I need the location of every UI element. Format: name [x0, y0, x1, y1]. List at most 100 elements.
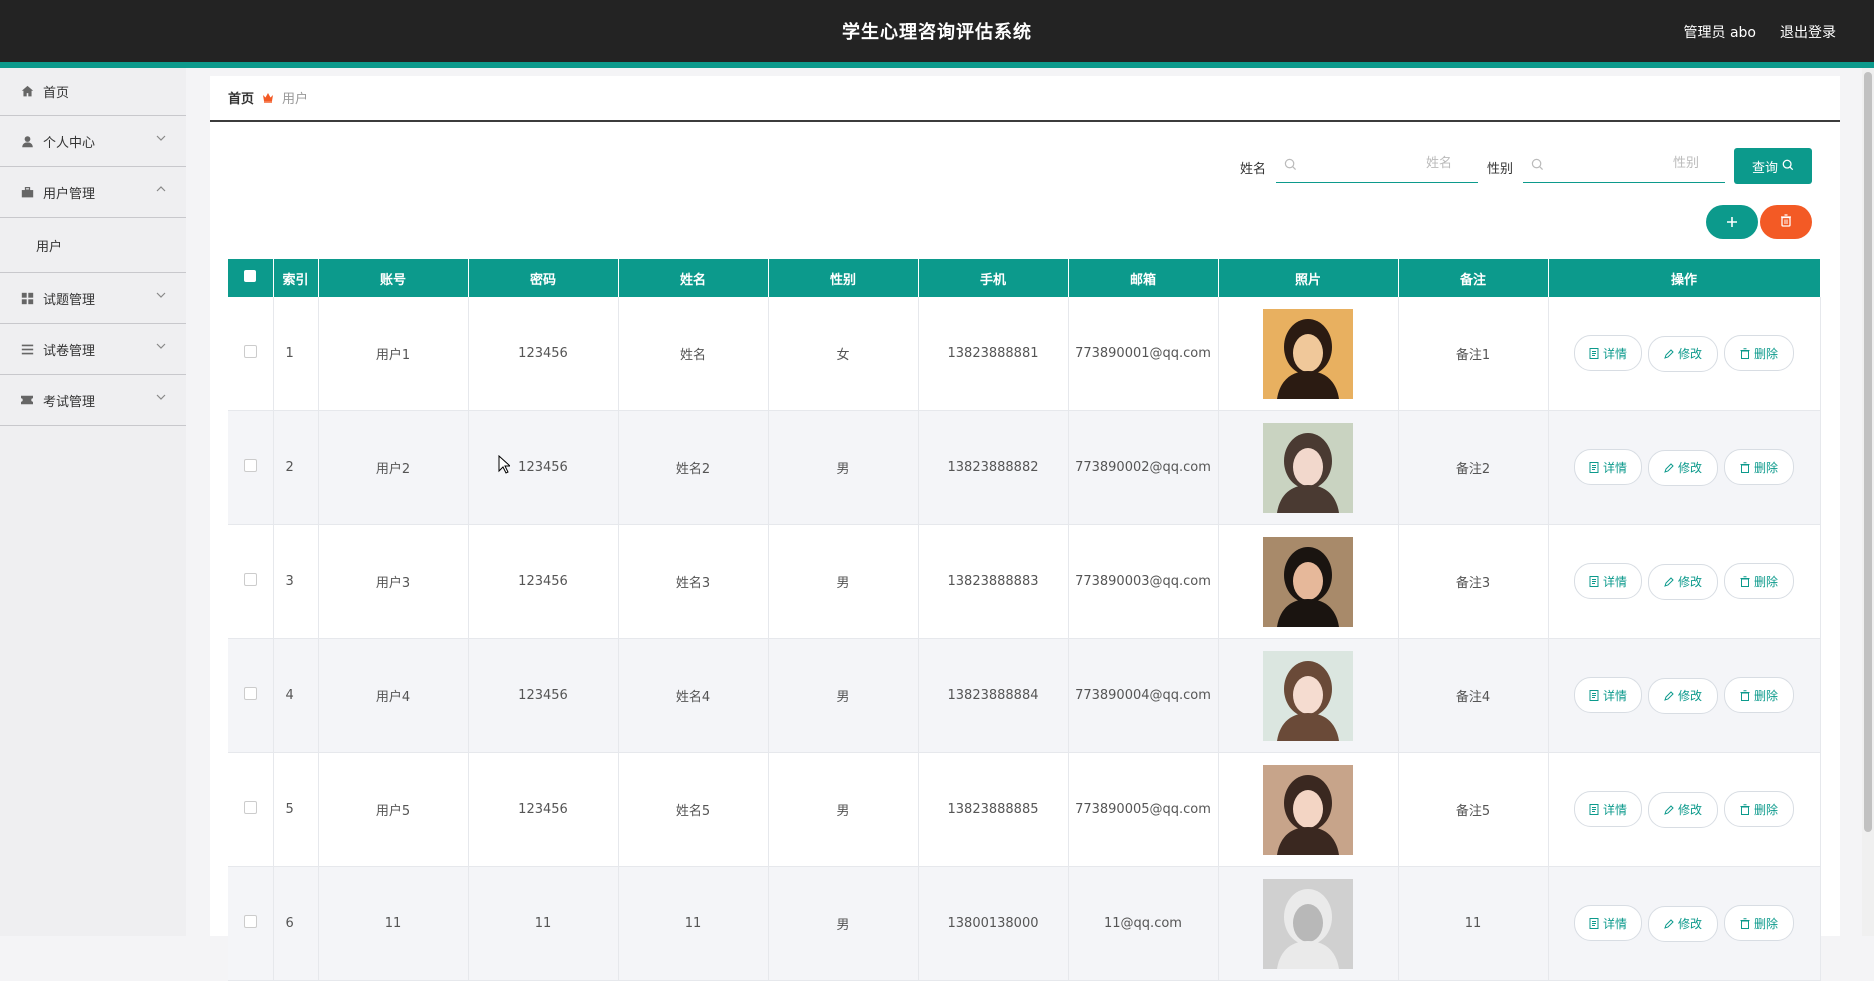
delete-button[interactable]: 删除 [1724, 335, 1794, 372]
row-checkbox[interactable] [243, 345, 257, 358]
sidebar-item-home[interactable]: 首页 [0, 68, 186, 116]
table-body: 1 用户1 123456 姓名女 13823888881 773890001@qq.com… [228, 297, 1821, 981]
document-icon [1589, 689, 1599, 701]
edit-button[interactable]: 修改 [1648, 563, 1718, 600]
cell-index: 6 [273, 866, 319, 981]
chevron-up-icon [156, 183, 166, 198]
name-search-input[interactable] [1276, 146, 1478, 180]
sidebar-item-exam-management[interactable]: 考试管理 [0, 375, 186, 426]
cell-phone: 13823888885 [918, 752, 1069, 867]
edit-button[interactable]: 修改 [1648, 905, 1718, 942]
row-checkbox[interactable] [243, 801, 257, 814]
name-search-label: 姓名 [1240, 162, 1267, 177]
page-scrollbar-thumb[interactable] [1864, 72, 1872, 832]
cell-phone: 13800138000 [918, 866, 1069, 981]
logout-link[interactable]: 退出登录 [1780, 22, 1836, 42]
edit-button[interactable]: 修改 [1648, 677, 1718, 714]
cell-phone: 13823888883 [918, 524, 1069, 639]
row-select-cell [228, 524, 274, 639]
sidebar-item-user-management[interactable]: 用户管理 [0, 167, 186, 218]
edit-label: 修改 [1677, 347, 1702, 362]
user-photo[interactable] [1263, 764, 1353, 855]
detail-label: 详情 [1602, 574, 1627, 589]
edit-button[interactable]: 修改 [1648, 335, 1718, 372]
pencil-icon [1664, 349, 1674, 359]
cell-gender: 男 [768, 410, 919, 525]
gender-search-input[interactable] [1523, 146, 1725, 180]
query-button[interactable]: 查询 [1734, 148, 1812, 184]
row-checkbox[interactable] [243, 459, 257, 472]
edit-button[interactable]: 修改 [1648, 449, 1718, 486]
detail-button[interactable]: 详情 [1574, 449, 1642, 486]
detail-button[interactable]: 详情 [1574, 563, 1642, 600]
cell-password: 123456 [468, 297, 619, 411]
document-icon [1589, 917, 1599, 929]
user-photo[interactable] [1263, 650, 1353, 741]
cell-actions: 详情 修改 删除 [1548, 410, 1821, 525]
pencil-icon [1664, 805, 1674, 815]
delete-button[interactable]: 删除 [1724, 449, 1794, 486]
edit-label: 修改 [1677, 575, 1702, 590]
detail-button[interactable]: 详情 [1574, 335, 1642, 372]
cell-name: 11 [618, 866, 769, 981]
select-all-header [228, 259, 274, 297]
delete-button[interactable]: 删除 [1724, 791, 1794, 828]
search-icon [1782, 159, 1794, 174]
cell-index: 2 [273, 410, 319, 525]
cell-name: 姓名5 [618, 752, 769, 867]
delete-label: 删除 [1753, 802, 1778, 817]
user-photo[interactable] [1263, 536, 1353, 627]
plus-icon [1726, 212, 1738, 233]
cell-password: 11 [468, 866, 619, 981]
cell-actions: 详情 修改 删除 [1548, 524, 1821, 639]
cell-account: 11 [318, 866, 469, 981]
row-select-cell [228, 866, 274, 981]
sidebar-subitem-users[interactable]: 用户 [0, 218, 186, 273]
cell-email: 773890003@qq.com [1068, 524, 1219, 639]
select-all-checkbox[interactable] [244, 270, 257, 282]
cell-photo [1218, 638, 1399, 753]
row-checkbox[interactable] [243, 687, 257, 700]
pencil-icon [1664, 577, 1674, 587]
batch-delete-button[interactable] [1760, 205, 1812, 239]
sidebar-item-question-management[interactable]: 试题管理 [0, 273, 186, 324]
edit-label: 修改 [1677, 803, 1702, 818]
sidebar-item-label: 试题管理 [43, 292, 96, 308]
add-button[interactable] [1706, 205, 1758, 239]
header-account: 账号 [318, 259, 469, 297]
sidebar-item-label: 试卷管理 [43, 343, 96, 359]
user-photo[interactable] [1263, 878, 1353, 969]
delete-button[interactable]: 删除 [1724, 677, 1794, 714]
detail-button[interactable]: 详情 [1574, 791, 1642, 828]
table-row: 6 11 11 11 男 13800138000 11@qq.com 11 详情 修改 删除 [228, 866, 1821, 981]
trash-icon [1740, 690, 1750, 701]
detail-button[interactable]: 详情 [1574, 677, 1642, 714]
header-accent-stripe [0, 62, 1874, 68]
sidebar-item-paper-management[interactable]: 试卷管理 [0, 324, 186, 375]
cell-gender: 女 [768, 297, 919, 411]
cell-email: 11@qq.com [1068, 866, 1219, 981]
header-note: 备注 [1398, 259, 1549, 297]
briefcase-icon [20, 185, 34, 199]
user-photo[interactable] [1263, 422, 1353, 513]
delete-button[interactable]: 删除 [1724, 563, 1794, 600]
user-photo[interactable] [1263, 308, 1353, 399]
cell-note: 备注2 [1398, 410, 1549, 525]
sidebar-item-personal-center[interactable]: 个人中心 [0, 116, 186, 167]
cell-note: 备注5 [1398, 752, 1549, 867]
cell-password: 123456 [468, 524, 619, 639]
row-checkbox[interactable] [243, 573, 257, 586]
cell-email: 773890002@qq.com [1068, 410, 1219, 525]
chevron-down-icon [156, 132, 166, 147]
cell-name: 姓名 [618, 297, 769, 411]
row-checkbox[interactable] [243, 915, 257, 928]
cell-photo [1218, 866, 1399, 981]
breadcrumb-home[interactable]: 首页 [228, 88, 254, 107]
chevron-down-icon [156, 391, 166, 406]
grid-icon [20, 291, 34, 305]
document-icon [1589, 803, 1599, 815]
row-select-cell [228, 410, 274, 525]
edit-button[interactable]: 修改 [1648, 791, 1718, 828]
header-actions: 操作 [1548, 259, 1821, 297]
edit-label: 修改 [1677, 689, 1702, 704]
